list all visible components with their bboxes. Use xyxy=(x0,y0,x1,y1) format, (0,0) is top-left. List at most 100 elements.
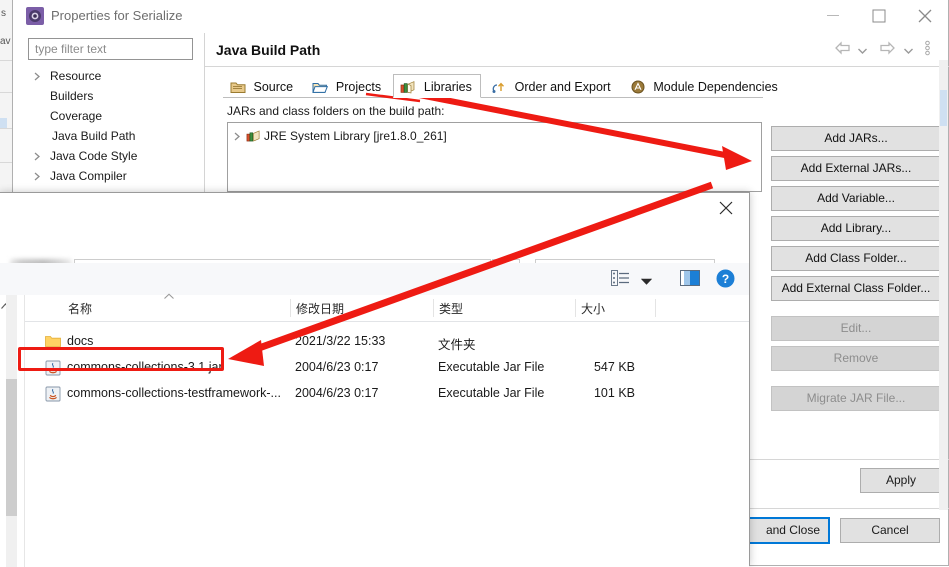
sidebar-item-java-compiler[interactable]: Java Compiler xyxy=(28,166,196,186)
sidebar-item-label: Java Build Path xyxy=(52,129,136,143)
build-path-tabs: Source Projects Libraries Order and Expo… xyxy=(223,74,787,98)
add-jars-button[interactable]: Add JARs... xyxy=(771,126,941,151)
sidebar-item-label: Coverage xyxy=(50,109,103,123)
list-item[interactable]: commons-collections-testframework-... 20… xyxy=(25,381,749,407)
properties-scrollbar[interactable] xyxy=(939,60,948,510)
navigation-pane-scroll-area xyxy=(0,295,25,567)
build-path-list[interactable]: JRE System Library [jre1.8.0_261] xyxy=(227,122,762,192)
sidebar-item-label: Resource xyxy=(50,69,102,83)
chevron-down-icon[interactable] xyxy=(857,43,867,57)
tab-label: Projects xyxy=(335,80,382,94)
file-date: 2004/6/23 0:17 xyxy=(295,386,379,400)
search-input-placeholder: type filter text xyxy=(35,42,107,56)
preview-pane-icon[interactable] xyxy=(680,270,700,289)
chevron-right-icon[interactable] xyxy=(34,166,44,186)
tab-label: Module Dependencies xyxy=(653,80,778,94)
file-dialog-navigation-row: 反序列化辅助工具 › commons-collections-3.1 › 搜索"… xyxy=(0,223,749,287)
sidebar-item-resource[interactable]: Resource xyxy=(28,66,196,86)
add-external-class-folder-button[interactable]: Add External Class Folder... xyxy=(771,276,941,301)
migrate-jar-file-button: Migrate JAR File... xyxy=(771,386,941,411)
build-path-label: JARs and class folders on the build path… xyxy=(227,104,445,118)
file-list[interactable]: 名称 修改日期 类型 大小 docs 2021/3/22 15:33 文件夹 c… xyxy=(25,292,749,567)
maximize-icon[interactable] xyxy=(856,0,902,32)
properties-tree[interactable]: Resource Builders Coverage Java Build Pa… xyxy=(28,66,196,186)
page-title-rule xyxy=(205,66,949,67)
background-text-fragment-2: av xyxy=(0,36,11,47)
column-header-name[interactable]: 名称 xyxy=(68,300,92,317)
properties-titlebar: Properties for Serialize xyxy=(13,0,948,34)
chevron-right-icon[interactable] xyxy=(34,146,44,166)
column-header-size[interactable]: 大小 xyxy=(581,300,605,317)
libraries-books-icon xyxy=(400,78,416,94)
close-icon[interactable] xyxy=(703,193,749,223)
properties-dialog-title: Properties for Serialize xyxy=(51,8,183,23)
search-input[interactable]: type filter text xyxy=(28,38,193,60)
eclipse-properties-icon xyxy=(26,7,44,25)
tab-module-dependencies[interactable]: Module Dependencies xyxy=(623,74,787,98)
tab-projects[interactable]: Projects xyxy=(305,74,390,98)
file-open-dialog: 反序列化辅助工具 › commons-collections-3.1 › 搜索"… xyxy=(0,192,750,567)
svg-text:?: ? xyxy=(722,272,729,286)
build-path-entry-label: JRE System Library [jre1.8.0_261] xyxy=(264,129,447,143)
sidebar-item-coverage[interactable]: Coverage xyxy=(28,106,196,126)
libraries-books-icon xyxy=(246,129,261,143)
projects-folder-icon xyxy=(312,78,329,93)
file-date: 2021/3/22 15:33 xyxy=(295,334,386,348)
file-size: 101 KB xyxy=(593,386,635,400)
file-type: Executable Jar File xyxy=(438,360,545,374)
file-date: 2004/6/23 0:17 xyxy=(295,360,379,374)
page-title: Java Build Path xyxy=(216,42,321,58)
add-class-folder-button[interactable]: Add Class Folder... xyxy=(771,246,941,271)
column-header-date-modified[interactable]: 修改日期 xyxy=(296,300,344,317)
tab-label: Libraries xyxy=(423,80,472,94)
source-folder-icon xyxy=(230,78,246,93)
apply-and-close-label: and Close xyxy=(765,523,820,537)
order-export-icon xyxy=(491,78,507,93)
annotation-highlight-box xyxy=(18,347,224,371)
scrollbar-thumb[interactable] xyxy=(6,379,17,516)
back-arrow-icon[interactable] xyxy=(834,41,851,58)
edit-button: Edit... xyxy=(771,316,941,341)
module-icon xyxy=(630,78,646,94)
chevron-down-icon[interactable] xyxy=(903,43,913,57)
build-path-entry[interactable]: JRE System Library [jre1.8.0_261] xyxy=(228,126,761,146)
file-name: commons-collections-testframework-... xyxy=(67,386,281,400)
view-layout-icon[interactable] xyxy=(611,270,630,289)
navigation-pane-scrollbar[interactable] xyxy=(6,295,17,567)
sidebar-item-java-code-style[interactable]: Java Code Style xyxy=(28,146,196,166)
sidebar-item-label: Java Compiler xyxy=(50,169,127,183)
tab-label: Order and Export xyxy=(514,80,611,94)
add-variable-button[interactable]: Add Variable... xyxy=(771,186,941,211)
sidebar-item-java-build-path[interactable]: Java Build Path xyxy=(28,126,196,146)
file-type: 文件夹 xyxy=(438,338,476,352)
remove-button: Remove xyxy=(771,346,941,371)
tab-order-and-export[interactable]: Order and Export xyxy=(484,74,619,98)
column-header-type[interactable]: 类型 xyxy=(439,300,463,317)
chevron-right-icon[interactable] xyxy=(34,66,44,86)
jar-file-icon xyxy=(45,386,61,402)
cancel-button[interactable]: Cancel xyxy=(840,518,940,543)
sort-ascending-icon xyxy=(164,292,175,303)
sidebar-item-builders[interactable]: Builders xyxy=(28,86,196,106)
scrollbar-thumb[interactable] xyxy=(940,90,947,126)
add-library-button[interactable]: Add Library... xyxy=(771,216,941,241)
sidebar-item-label: Java Code Style xyxy=(50,149,138,163)
help-icon[interactable]: ? xyxy=(716,269,735,291)
forward-arrow-icon[interactable] xyxy=(879,41,896,58)
background-text-fragment-1: s xyxy=(1,8,6,19)
file-name: docs xyxy=(67,334,94,348)
chevron-down-icon[interactable] xyxy=(641,274,652,288)
file-dialog-toolbar: ? xyxy=(0,263,749,296)
apply-button[interactable]: Apply xyxy=(860,468,942,493)
close-icon[interactable] xyxy=(902,0,948,32)
minimize-icon[interactable] xyxy=(810,0,856,32)
file-type: Executable Jar File xyxy=(438,386,545,400)
tab-source[interactable]: Source xyxy=(223,74,302,98)
chevron-right-icon[interactable] xyxy=(234,126,241,147)
vertical-dots-icon[interactable] xyxy=(925,40,930,59)
file-size: 547 KB xyxy=(593,360,635,374)
file-dialog-titlebar xyxy=(0,193,749,225)
tab-libraries[interactable]: Libraries xyxy=(393,74,481,98)
add-external-jars-button[interactable]: Add External JARs... xyxy=(771,156,941,181)
sidebar-item-label: Builders xyxy=(50,89,94,103)
